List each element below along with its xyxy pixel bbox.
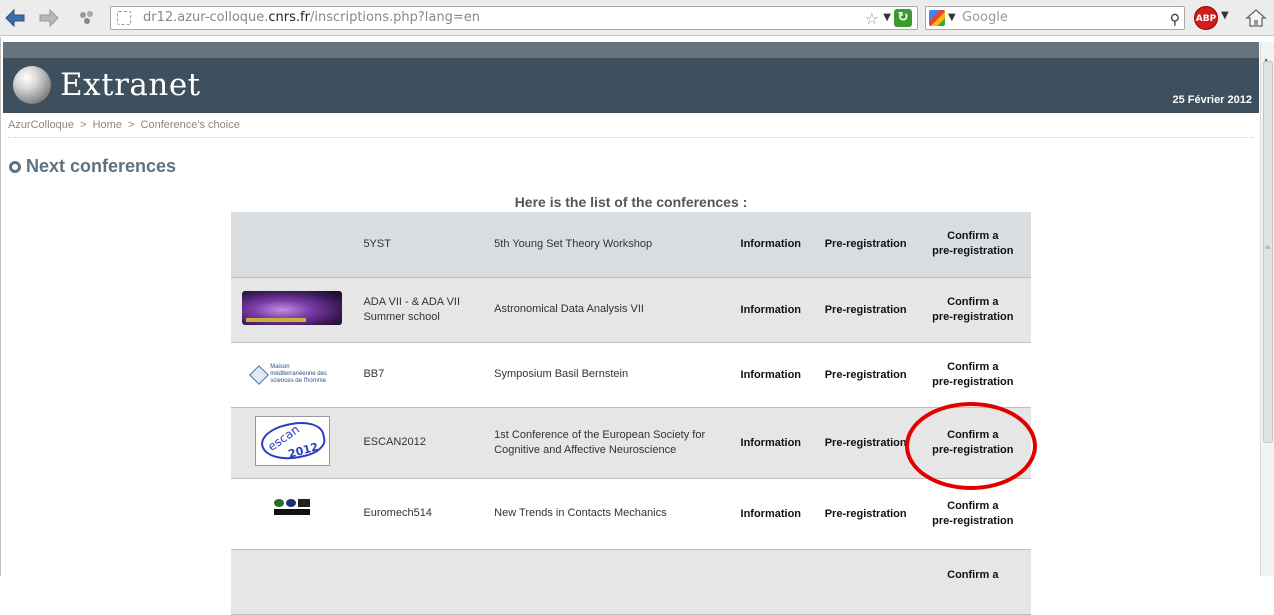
pre-registration-link[interactable]: Pre-registration — [825, 238, 907, 250]
search-bar[interactable]: ▼ Google ⚲ — [925, 6, 1185, 30]
conference-acronym: BB7 — [363, 368, 385, 380]
table-row: Euromech514 New Trends in Contacts Mecha… — [231, 478, 1031, 549]
confirm-line-1: Confirm a — [947, 568, 999, 581]
conference-title: Symposium Basil Bernstein — [494, 368, 629, 380]
url-domain: cnrs.fr — [268, 10, 310, 25]
confirm-line-1: Confirm a — [947, 428, 999, 441]
conference-logo-cell — [231, 549, 353, 614]
section-heading: Next conferences — [9, 156, 176, 177]
euromech-conference-logo[interactable] — [274, 498, 311, 517]
information-link[interactable]: Information — [741, 508, 802, 520]
table-row: escan 2012 ESCAN2012 1st Conference of th… — [231, 407, 1031, 478]
confirm-line-1: Confirm a — [947, 499, 999, 512]
conference-logo-cell — [231, 212, 353, 277]
confirm-line-1: Confirm a — [947, 295, 999, 308]
mmsh-logo-text: Maison méditerranéenne des sciences de l… — [270, 364, 327, 384]
confirm-line-2: pre-registration — [932, 245, 1014, 258]
confirm-pre-registration-link[interactable]: Confirm a — [947, 569, 998, 581]
conference-acronym — [353, 549, 490, 614]
table-row: Maison méditerranéenne des sciences de l… — [231, 342, 1031, 407]
history-button[interactable] — [74, 5, 100, 31]
forward-button[interactable] — [36, 5, 62, 31]
url-dropdown-icon[interactable]: ▼ — [883, 7, 891, 29]
confirm-pre-registration-link[interactable]: Confirm a pre-registration — [932, 500, 1013, 527]
google-icon[interactable] — [929, 10, 945, 26]
bullet-circle-icon — [9, 160, 21, 173]
pre-registration-link[interactable]: Pre-registration — [825, 304, 907, 316]
confirm-line-2: pre-registration — [932, 443, 1014, 456]
table-row: Confirm a — [231, 549, 1031, 614]
conference-title: 1st Conference of the European Society f… — [494, 428, 706, 456]
conference-acronym: ESCAN2012 — [363, 436, 426, 448]
search-placeholder: Google — [962, 10, 1008, 25]
information-link[interactable]: Information — [741, 437, 802, 449]
confirm-line-2: pre-registration — [932, 375, 1014, 388]
conference-title: New Trends in Contacts Mechanics — [494, 507, 667, 519]
scrollbar-grip-icon: ≡ — [1265, 244, 1271, 251]
list-title: Here is the list of the conferences : — [514, 194, 748, 210]
conference-acronym: 5YST — [363, 237, 391, 250]
pre-registration-link[interactable]: Pre-registration — [825, 508, 907, 520]
escan-conference-logo[interactable]: escan 2012 — [254, 416, 330, 466]
pre-registration-link[interactable]: Pre-registration — [825, 437, 907, 449]
conference-acronym: ADA VII - & ADA VII Summer school — [363, 295, 461, 323]
back-arrow-icon — [5, 8, 25, 28]
conference-title — [490, 549, 725, 614]
breadcrumb: AzurColloque > Home > Conference's choic… — [8, 119, 240, 131]
confirm-line-1: Confirm a — [947, 230, 999, 243]
breadcrumb-current: Conference's choice — [140, 119, 240, 131]
confirm-pre-registration-link[interactable]: Confirm a pre-registration — [932, 361, 1013, 388]
browser-toolbar: dr12.azur-colloque.cnrs.fr/inscriptions.… — [0, 0, 1274, 36]
conference-table: 5YST 5th Young Set Theory Workshop Infor… — [231, 212, 1031, 615]
table-row: 5YST 5th Young Set Theory Workshop Infor… — [231, 212, 1031, 277]
home-icon — [1245, 9, 1267, 27]
conference-title: Astronomical Data Analysis VII — [494, 303, 644, 315]
confirm-line-2: pre-registration — [932, 514, 1014, 527]
mmsh-conference-logo[interactable]: Maison méditerranéenne des sciences de l… — [249, 364, 332, 385]
conference-acronym: Euromech514 — [363, 507, 432, 519]
information-link[interactable]: Information — [741, 238, 802, 250]
breadcrumb-divider — [8, 137, 1254, 138]
home-button[interactable] — [1244, 6, 1268, 30]
breadcrumb-separator: > — [80, 119, 87, 131]
section-heading-text: Next conferences — [26, 156, 177, 176]
bookmark-star-icon[interactable]: ☆ — [865, 8, 879, 29]
scrollbar-thumb[interactable] — [1263, 61, 1273, 443]
adblock-plus-icon[interactable]: ABP — [1194, 6, 1218, 30]
site-brand: Extranet — [60, 67, 201, 103]
reload-icon[interactable]: ↻ — [894, 9, 912, 27]
confirm-pre-registration-link[interactable]: Confirm a pre-registration — [932, 296, 1013, 323]
confirm-pre-registration-link[interactable]: Confirm a pre-registration — [932, 429, 1013, 456]
breadcrumb-separator: > — [128, 119, 135, 131]
breadcrumb-azurcolloque[interactable]: AzurColloque — [8, 119, 74, 131]
information-link[interactable]: Information — [741, 369, 802, 381]
url-bar[interactable]: dr12.azur-colloque.cnrs.fr/inscriptions.… — [110, 6, 918, 30]
confirm-pre-registration-link[interactable]: Confirm a pre-registration — [932, 230, 1013, 257]
site-identity-icon[interactable] — [117, 11, 131, 25]
pre-registration-link[interactable]: Pre-registration — [825, 369, 907, 381]
table-row: ADA VII - & ADA VII Summer school Astron… — [231, 277, 1031, 342]
globe-logo-icon — [13, 66, 51, 104]
adblock-dropdown-icon[interactable]: ▼ — [1221, 10, 1229, 21]
forward-arrow-icon — [39, 8, 59, 28]
confirm-line-2: pre-registration — [932, 310, 1014, 323]
url-prefix: dr12.azur-colloque. — [143, 10, 269, 25]
ada-conference-logo[interactable] — [242, 291, 343, 325]
breadcrumb-home[interactable]: Home — [93, 119, 122, 131]
history-icon — [80, 11, 93, 24]
binoculars-icon[interactable]: ⚲ — [1170, 9, 1180, 31]
banner-top-strip — [3, 42, 1259, 58]
back-button[interactable] — [2, 5, 28, 31]
current-date: 25 Février 2012 — [1172, 94, 1252, 106]
information-link[interactable]: Information — [741, 304, 802, 316]
url-path: /inscriptions.php?lang=en — [309, 10, 480, 25]
page-content: Extranet 25 Février 2012 ▲ ≡ AzurColloqu… — [0, 37, 1274, 614]
conference-title: 5th Young Set Theory Workshop — [494, 237, 653, 250]
mmsh-mark-icon — [249, 364, 270, 385]
confirm-line-1: Confirm a — [947, 360, 999, 373]
search-engine-dropdown-icon[interactable]: ▼ — [948, 7, 956, 29]
